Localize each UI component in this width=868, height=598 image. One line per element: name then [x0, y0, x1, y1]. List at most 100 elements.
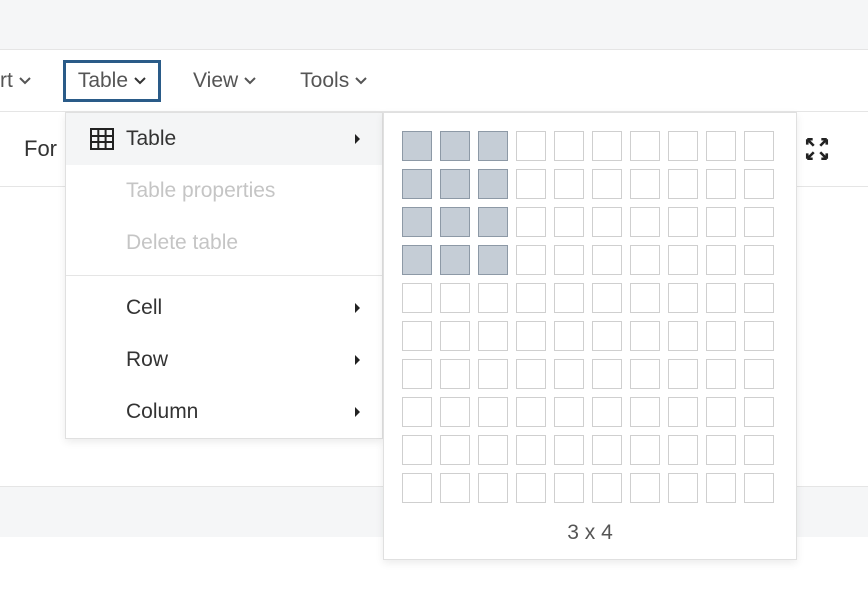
grid-cell[interactable] [744, 321, 774, 351]
grid-cell[interactable] [592, 245, 622, 275]
grid-cell[interactable] [630, 473, 660, 503]
grid-cell[interactable] [516, 397, 546, 427]
grid-cell[interactable] [402, 169, 432, 199]
grid-cell[interactable] [592, 131, 622, 161]
grid-cell[interactable] [478, 397, 508, 427]
grid-cell[interactable] [554, 131, 584, 161]
grid-cell[interactable] [630, 169, 660, 199]
grid-cell[interactable] [402, 321, 432, 351]
grid-cell[interactable] [668, 435, 698, 465]
grid-cell[interactable] [516, 435, 546, 465]
grid-cell[interactable] [554, 435, 584, 465]
menubar-item-view[interactable]: View [181, 63, 268, 99]
grid-cell[interactable] [706, 131, 736, 161]
grid-cell[interactable] [440, 207, 470, 237]
grid-cell[interactable] [554, 397, 584, 427]
grid-cell[interactable] [706, 397, 736, 427]
grid-cell[interactable] [440, 131, 470, 161]
grid-cell[interactable] [478, 131, 508, 161]
grid-cell[interactable] [592, 207, 622, 237]
grid-cell[interactable] [744, 435, 774, 465]
grid-cell[interactable] [478, 321, 508, 351]
grid-cell[interactable] [706, 283, 736, 313]
grid-cell[interactable] [478, 169, 508, 199]
grid-cell[interactable] [744, 207, 774, 237]
grid-cell[interactable] [440, 245, 470, 275]
menubar-item-table[interactable]: Table [63, 60, 161, 102]
grid-cell[interactable] [744, 245, 774, 275]
grid-cell[interactable] [668, 321, 698, 351]
dropdown-item-cell[interactable]: Cell [66, 282, 382, 334]
grid-cell[interactable] [668, 207, 698, 237]
grid-cell[interactable] [630, 131, 660, 161]
grid-cell[interactable] [630, 207, 660, 237]
grid-cell[interactable] [402, 397, 432, 427]
dropdown-item-table[interactable]: Table [66, 113, 382, 165]
grid-cell[interactable] [706, 321, 736, 351]
grid-cell[interactable] [592, 397, 622, 427]
grid-cell[interactable] [744, 359, 774, 389]
grid-cell[interactable] [478, 283, 508, 313]
dropdown-item-column[interactable]: Column [66, 386, 382, 438]
grid-cell[interactable] [668, 397, 698, 427]
grid-cell[interactable] [706, 207, 736, 237]
grid-cell[interactable] [554, 359, 584, 389]
grid-cell[interactable] [668, 245, 698, 275]
grid-cell[interactable] [554, 169, 584, 199]
grid-cell[interactable] [440, 473, 470, 503]
grid-cell[interactable] [516, 473, 546, 503]
grid-cell[interactable] [478, 435, 508, 465]
grid-cell[interactable] [402, 473, 432, 503]
grid-cell[interactable] [516, 359, 546, 389]
grid-cell[interactable] [478, 207, 508, 237]
grid-cell[interactable] [592, 283, 622, 313]
grid-cell[interactable] [478, 473, 508, 503]
grid-cell[interactable] [516, 169, 546, 199]
grid-cell[interactable] [402, 131, 432, 161]
grid-cell[interactable] [554, 473, 584, 503]
grid-cell[interactable] [744, 131, 774, 161]
grid-cell[interactable] [554, 245, 584, 275]
grid-cell[interactable] [744, 397, 774, 427]
grid-cell[interactable] [706, 359, 736, 389]
grid-cell[interactable] [402, 245, 432, 275]
fullscreen-icon[interactable] [804, 136, 830, 162]
grid-cell[interactable] [440, 283, 470, 313]
grid-cell[interactable] [630, 397, 660, 427]
grid-cell[interactable] [440, 321, 470, 351]
grid-cell[interactable] [592, 321, 622, 351]
grid-cell[interactable] [668, 131, 698, 161]
grid-cell[interactable] [554, 207, 584, 237]
grid-cell[interactable] [630, 359, 660, 389]
dropdown-item-row[interactable]: Row [66, 334, 382, 386]
grid-cell[interactable] [554, 283, 584, 313]
grid-cell[interactable] [440, 169, 470, 199]
grid-cell[interactable] [668, 169, 698, 199]
grid-cell[interactable] [706, 435, 736, 465]
grid-cell[interactable] [516, 207, 546, 237]
grid-cell[interactable] [630, 245, 660, 275]
grid-cell[interactable] [668, 473, 698, 503]
grid-cell[interactable] [630, 321, 660, 351]
grid-cell[interactable] [706, 169, 736, 199]
grid-cell[interactable] [592, 473, 622, 503]
grid-cell[interactable] [440, 359, 470, 389]
grid-cell[interactable] [592, 435, 622, 465]
grid-cell[interactable] [478, 245, 508, 275]
grid-cell[interactable] [516, 321, 546, 351]
grid-cell[interactable] [744, 283, 774, 313]
grid-cell[interactable] [440, 397, 470, 427]
grid-cell[interactable] [630, 435, 660, 465]
grid-cell[interactable] [706, 245, 736, 275]
table-grid-picker[interactable] [402, 131, 778, 507]
grid-cell[interactable] [592, 359, 622, 389]
grid-cell[interactable] [668, 359, 698, 389]
grid-cell[interactable] [706, 473, 736, 503]
menubar-item-tools[interactable]: Tools [288, 63, 379, 99]
grid-cell[interactable] [402, 207, 432, 237]
grid-cell[interactable] [630, 283, 660, 313]
grid-cell[interactable] [516, 245, 546, 275]
grid-cell[interactable] [516, 131, 546, 161]
grid-cell[interactable] [478, 359, 508, 389]
grid-cell[interactable] [668, 283, 698, 313]
